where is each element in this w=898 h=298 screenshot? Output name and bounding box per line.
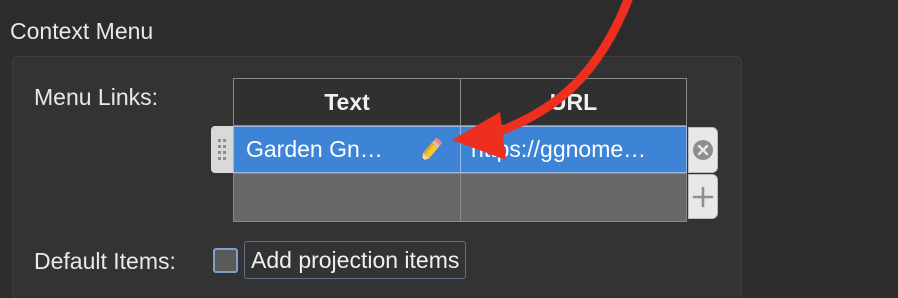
cell-empty-url[interactable] — [460, 173, 687, 222]
table-row[interactable]: Garden Gn… https://ggnome… — [211, 126, 687, 173]
link-text-value: Garden Gn… — [246, 136, 383, 162]
cell-empty-text[interactable] — [233, 173, 461, 222]
plus-icon — [692, 186, 714, 207]
add-projection-items-label[interactable]: Add projection items — [244, 241, 467, 279]
add-row-button[interactable] — [688, 174, 718, 219]
table-row-empty[interactable] — [233, 173, 687, 222]
column-header-text[interactable]: Text — [233, 78, 461, 126]
link-url-value: https://ggnome… — [471, 136, 647, 162]
menu-links-table: Text URL Garden Gn… https://ggnome… — [211, 78, 687, 222]
section-title: Context Menu — [10, 18, 154, 44]
remove-row-button[interactable] — [688, 127, 718, 173]
default-items-label: Default Items: — [34, 248, 176, 274]
cell-link-url[interactable]: https://ggnome… — [460, 126, 687, 173]
drag-handle[interactable] — [211, 126, 233, 173]
column-header-url[interactable]: URL — [460, 78, 687, 126]
cell-link-text[interactable]: Garden Gn… — [233, 126, 461, 173]
menu-links-label: Menu Links: — [34, 84, 159, 110]
grip-icon — [218, 139, 226, 160]
pencil-icon[interactable] — [416, 135, 446, 165]
context-menu-settings: Context Menu Menu Links: Text URL Garden… — [0, 0, 898, 298]
circle-x-icon — [693, 140, 713, 160]
add-projection-items-checkbox[interactable] — [213, 248, 238, 273]
